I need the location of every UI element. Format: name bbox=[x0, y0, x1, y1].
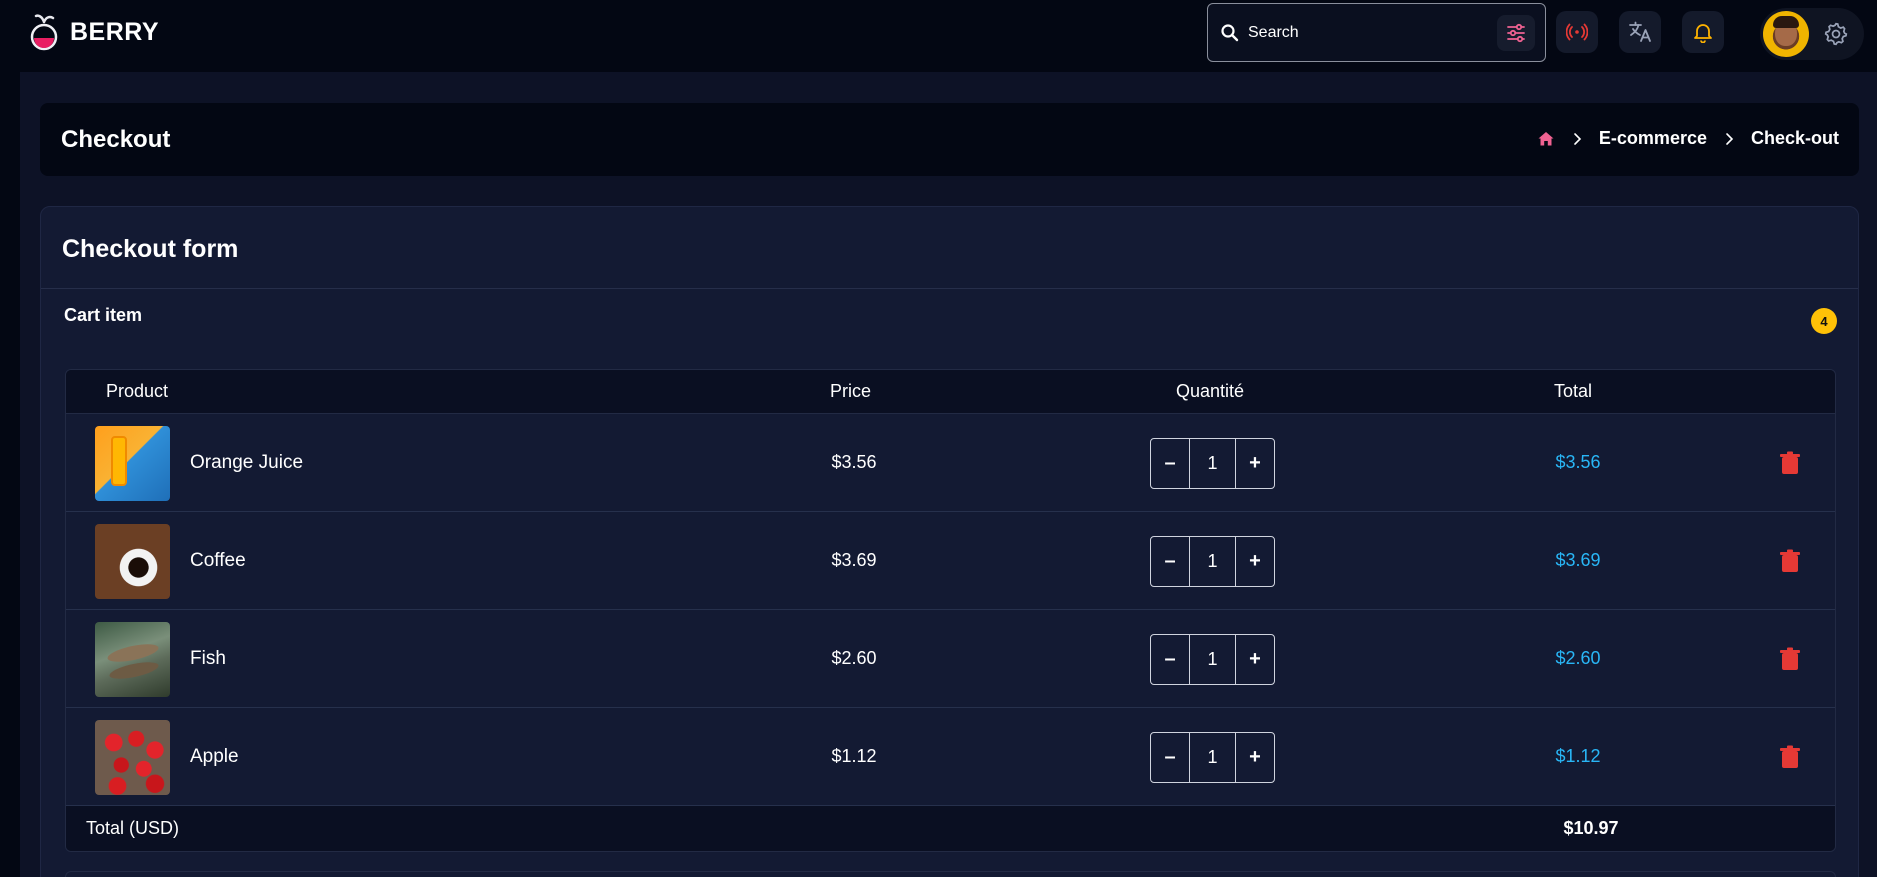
table-footer: Total (USD) $10.97 bbox=[66, 806, 1835, 851]
chevron-right-icon bbox=[1574, 132, 1582, 145]
filter-icon bbox=[1507, 23, 1525, 43]
page-header: Checkout E-commerce Check-out bbox=[40, 103, 1859, 176]
avatar-hair bbox=[1773, 16, 1799, 28]
divider bbox=[41, 288, 1858, 289]
product-name: Orange Juice bbox=[190, 452, 304, 473]
home-icon[interactable] bbox=[1537, 130, 1555, 148]
header-product: Product bbox=[106, 381, 169, 401]
quantity-value: 1 bbox=[1189, 537, 1236, 586]
header-quantity: Quantité bbox=[1176, 381, 1245, 401]
table-row: Orange Juice $3.56 – 1 + $3.56 bbox=[66, 414, 1835, 512]
quantity-value: 1 bbox=[1189, 733, 1236, 782]
row-total: $3.69 bbox=[1555, 550, 1601, 570]
quantity-stepper: – 1 + bbox=[1150, 732, 1275, 783]
increase-button[interactable]: + bbox=[1236, 635, 1274, 684]
quantity-stepper: – 1 + bbox=[1150, 634, 1275, 685]
increase-button[interactable]: + bbox=[1236, 733, 1274, 782]
language-button[interactable] bbox=[1619, 11, 1661, 53]
brand[interactable]: BERRY bbox=[28, 12, 159, 52]
product-image-orange-juice bbox=[95, 426, 170, 501]
increase-button[interactable]: + bbox=[1236, 537, 1274, 586]
row-total: $2.60 bbox=[1555, 648, 1601, 668]
trash-icon[interactable] bbox=[1779, 451, 1801, 475]
product-name: Fish bbox=[190, 648, 226, 669]
product-image-apple bbox=[95, 720, 170, 795]
total-label: Total (USD) bbox=[86, 818, 180, 838]
sidebar-strip bbox=[0, 72, 20, 877]
header-total: Total bbox=[1554, 381, 1593, 401]
next-section-edge bbox=[65, 871, 1836, 877]
increase-button[interactable]: + bbox=[1236, 439, 1274, 488]
page-title: Checkout bbox=[61, 126, 171, 153]
product-price: $1.12 bbox=[831, 746, 877, 766]
table-row: Fish $2.60 – 1 + $2.60 bbox=[66, 610, 1835, 708]
decrease-button[interactable]: – bbox=[1151, 635, 1189, 684]
table-row: Apple $1.12 – 1 + $1.12 bbox=[66, 708, 1835, 806]
breadcrumb-ecommerce[interactable]: E-commerce bbox=[1599, 128, 1707, 149]
breadcrumb-checkout: Check-out bbox=[1750, 128, 1839, 148]
notifications-button[interactable] bbox=[1682, 11, 1724, 53]
berry-logo-icon bbox=[30, 14, 58, 51]
table-row: Coffee $3.69 – 1 + $3.69 bbox=[66, 512, 1835, 610]
top-bar: BERRY bbox=[0, 0, 1877, 72]
quantity-value: 1 bbox=[1189, 439, 1236, 488]
breadcrumb: E-commerce Check-out bbox=[1537, 128, 1839, 149]
product-price: $2.60 bbox=[831, 648, 877, 668]
product-price: $3.56 bbox=[831, 452, 877, 472]
search-icon bbox=[1221, 24, 1239, 42]
settings-icon[interactable] bbox=[1823, 21, 1849, 47]
cart-count-badge: 4 bbox=[1811, 308, 1837, 334]
trash-icon[interactable] bbox=[1779, 549, 1801, 573]
trash-icon[interactable] bbox=[1779, 647, 1801, 671]
trash-icon[interactable] bbox=[1779, 745, 1801, 769]
cart-item-label: Cart item bbox=[64, 305, 143, 325]
search-input[interactable] bbox=[1248, 18, 1488, 48]
row-total: $3.56 bbox=[1555, 452, 1601, 472]
product-image-coffee bbox=[95, 524, 170, 599]
search-box[interactable] bbox=[1207, 3, 1546, 62]
card-title: Checkout form bbox=[62, 235, 239, 263]
brand-name: BERRY bbox=[70, 17, 160, 46]
translate-icon bbox=[1629, 21, 1651, 42]
product-price: $3.69 bbox=[831, 550, 877, 570]
bell-icon bbox=[1694, 24, 1712, 43]
table-header: Product Price Quantité Total bbox=[66, 370, 1835, 414]
quantity-value: 1 bbox=[1189, 635, 1236, 684]
live-icon bbox=[1566, 23, 1588, 41]
quantity-stepper: – 1 + bbox=[1150, 536, 1275, 587]
quantity-stepper: – 1 + bbox=[1150, 438, 1275, 489]
product-name: Apple bbox=[190, 746, 239, 767]
product-image-fish bbox=[95, 622, 170, 697]
chevron-right-icon bbox=[1726, 132, 1734, 145]
checkout-card: Checkout form Cart item 4 Product Price … bbox=[40, 206, 1859, 877]
live-button[interactable] bbox=[1556, 11, 1598, 53]
decrease-button[interactable]: – bbox=[1151, 537, 1189, 586]
profile-button[interactable] bbox=[1760, 8, 1864, 60]
row-total: $1.12 bbox=[1555, 746, 1601, 766]
avatar[interactable] bbox=[1763, 11, 1809, 57]
decrease-button[interactable]: – bbox=[1151, 733, 1189, 782]
filter-button[interactable] bbox=[1497, 15, 1535, 51]
header-price: Price bbox=[830, 381, 872, 401]
grand-total: $10.97 bbox=[1563, 818, 1619, 838]
decrease-button[interactable]: – bbox=[1151, 439, 1189, 488]
cart-table: Product Price Quantité Total Orange Juic… bbox=[65, 369, 1836, 852]
product-name: Coffee bbox=[190, 550, 246, 571]
